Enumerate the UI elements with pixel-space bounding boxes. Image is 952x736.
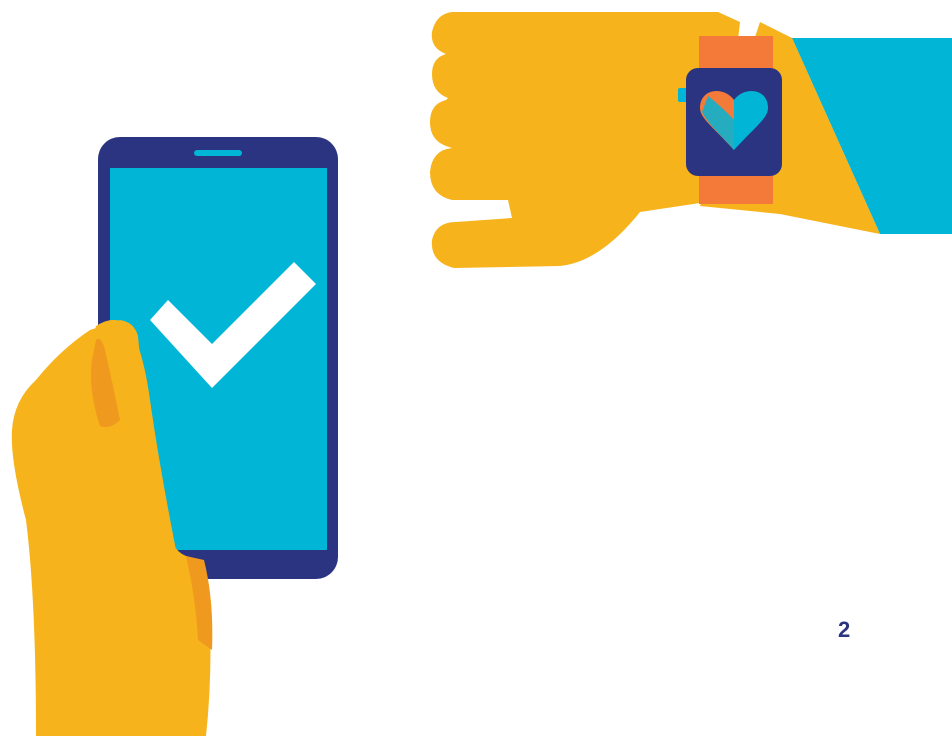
page-number: 2 — [838, 617, 851, 642]
phone-speaker — [194, 150, 242, 156]
wrist-hand-with-watch — [430, 12, 952, 268]
illustration — [11, 12, 952, 736]
phone-in-hand — [11, 137, 338, 736]
